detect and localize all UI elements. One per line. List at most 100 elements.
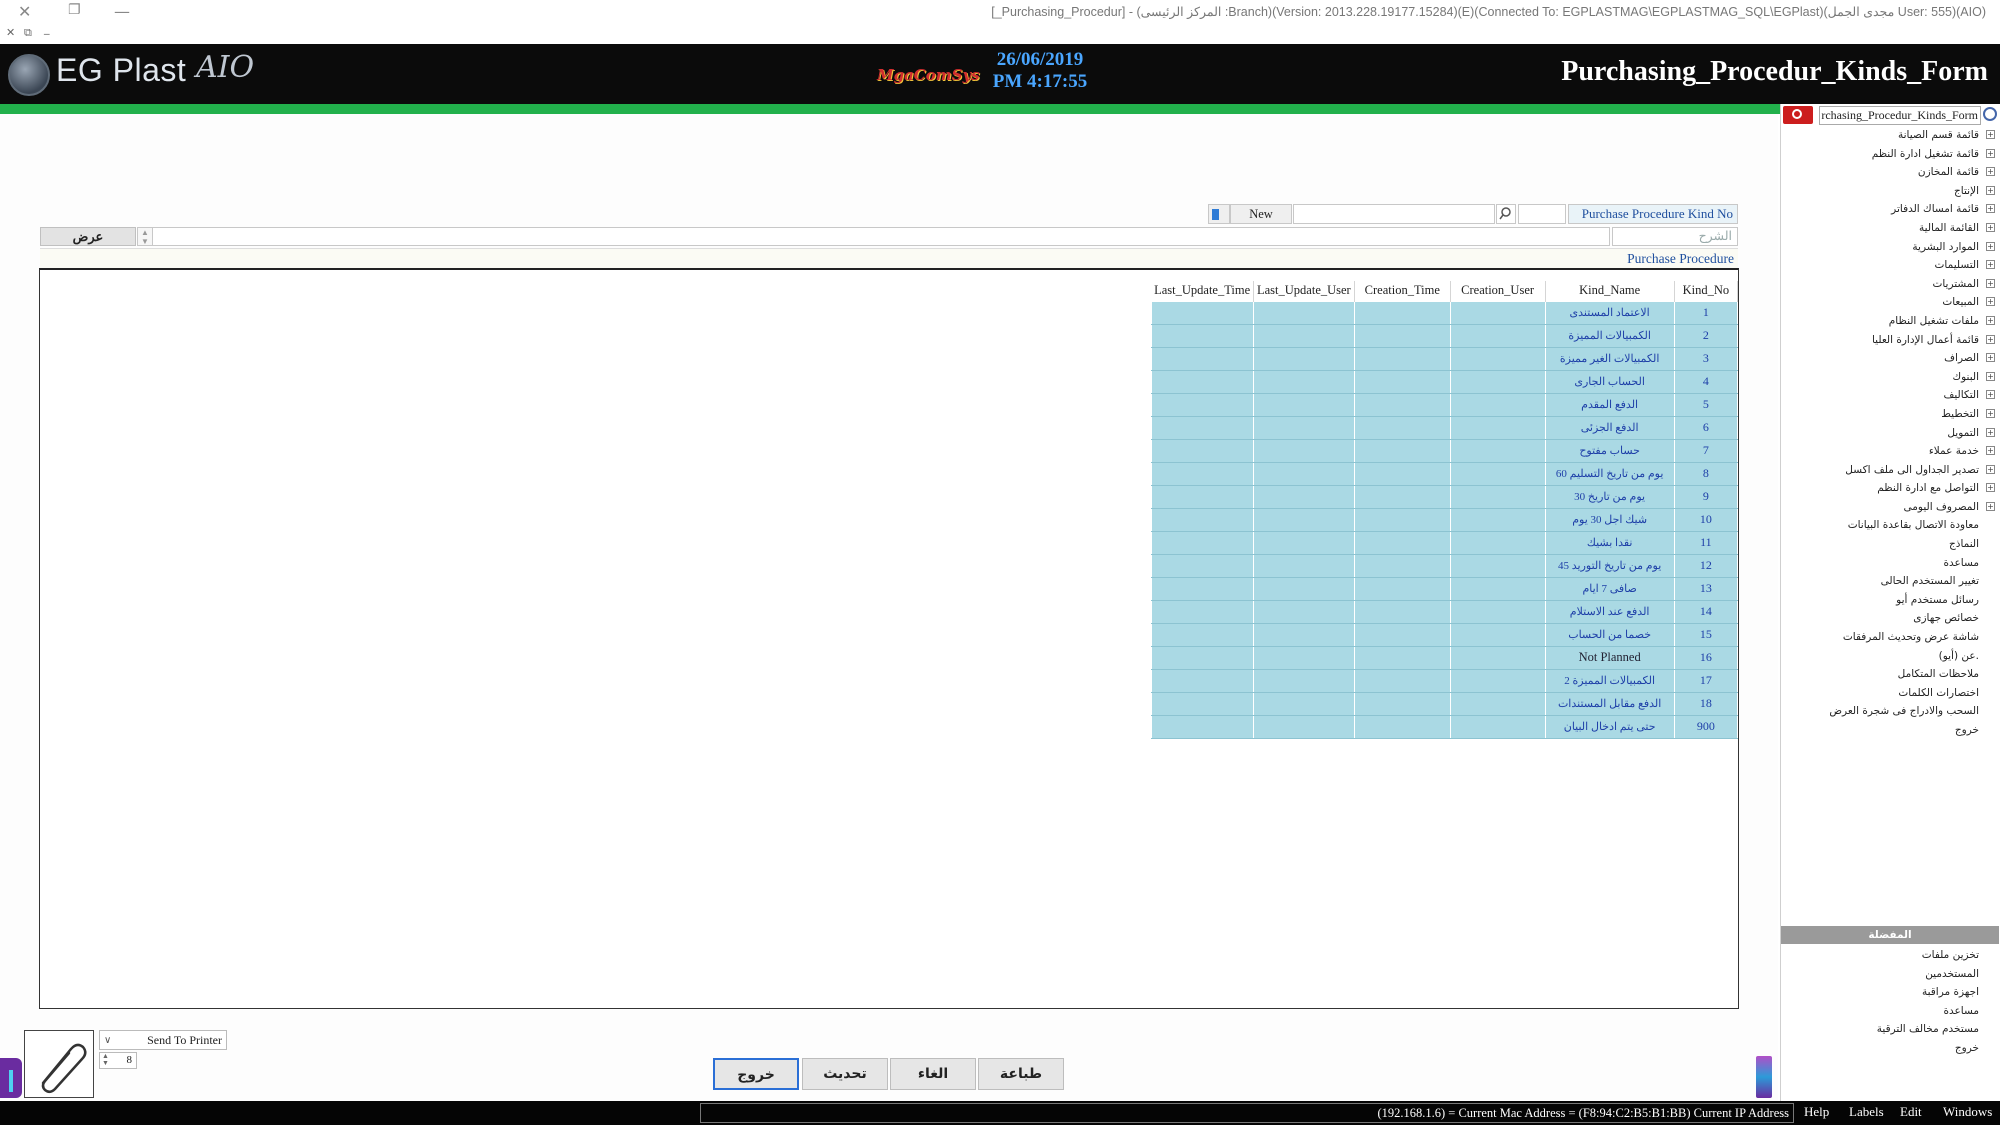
expand-icon[interactable]: + <box>1986 297 1995 307</box>
tree-item[interactable]: اختصارات الكلمات <box>1781 684 1999 703</box>
table-cell[interactable] <box>1449 599 1546 624</box>
tree-item[interactable]: التسليمات + <box>1781 256 1999 275</box>
tree-item[interactable]: المصروف اليومى + <box>1781 498 1999 517</box>
table-cell[interactable] <box>1151 576 1254 601</box>
kind-no-cell[interactable]: 11 <box>1673 530 1739 555</box>
favorite-item[interactable]: خروج <box>1781 1039 1999 1058</box>
tree-item[interactable]: التكاليف + <box>1781 386 1999 405</box>
tree-item[interactable]: البنوك + <box>1781 368 1999 387</box>
table-cell[interactable] <box>1252 369 1355 394</box>
table-cell[interactable] <box>1449 461 1546 486</box>
table-cell[interactable] <box>1353 553 1451 578</box>
kind-name-cell[interactable]: الاعتماد المستندى <box>1544 300 1675 325</box>
table-cell[interactable] <box>1151 438 1254 463</box>
table-cell[interactable] <box>1353 300 1451 325</box>
kind-name-cell[interactable]: حتى يتم ادخال البيان <box>1544 714 1675 739</box>
cancel-button[interactable]: الغاء <box>890 1058 976 1090</box>
tree-item[interactable]: عن (أيو). <box>1781 647 1999 666</box>
kind-name-cell[interactable]: الكمبيالات الغير مميزة <box>1544 346 1675 371</box>
table-cell[interactable] <box>1449 438 1546 463</box>
expand-icon[interactable]: + <box>1986 204 1995 214</box>
kind-no-cell[interactable]: 5 <box>1673 392 1739 417</box>
kind-name-cell[interactable]: الدفع المقدم <box>1544 392 1675 417</box>
tree-item[interactable]: معاودة الاتصال بقاعدة البيانات <box>1781 516 1999 535</box>
table-cell[interactable] <box>1353 484 1451 509</box>
print-button[interactable]: طباعة <box>978 1058 1064 1090</box>
table-row[interactable]: الاعتماد المستندى 1 <box>1151 300 1739 325</box>
tree-item[interactable]: ملاحظات المتكامل <box>1781 665 1999 684</box>
table-row[interactable]: الدفع الجزئى 6 <box>1151 415 1739 440</box>
kind-no-cell[interactable]: 18 <box>1673 691 1739 716</box>
table-cell[interactable] <box>1252 645 1355 670</box>
favorite-item[interactable]: اجهزة مراقبة <box>1781 983 1999 1002</box>
table-row[interactable]: صافى 7 ايام 13 <box>1151 576 1739 601</box>
table-cell[interactable] <box>1151 599 1254 624</box>
kind-name-cell[interactable]: الحساب الجارى <box>1544 369 1675 394</box>
table-row[interactable]: 60 يوم من تاريخ التسليم 8 <box>1151 461 1739 486</box>
tree-item[interactable]: قائمة أعمال الإدارة العليا + <box>1781 331 1999 350</box>
table-cell[interactable] <box>1353 392 1451 417</box>
table-cell[interactable] <box>1252 438 1355 463</box>
kind-no-cell[interactable]: 14 <box>1673 599 1739 624</box>
new-button[interactable]: New <box>1230 204 1292 224</box>
app-launcher-icon[interactable] <box>1756 1056 1772 1098</box>
kind-no-cell[interactable]: 10 <box>1673 507 1739 532</box>
kind-name-cell[interactable]: 30 يوم من تاريخ <box>1544 484 1675 509</box>
table-cell[interactable] <box>1151 530 1254 555</box>
refresh-button[interactable]: تحديث <box>802 1058 888 1090</box>
stepper-arrows-icon[interactable]: ▲ ▼ <box>102 1053 109 1067</box>
description-input[interactable] <box>152 227 1610 246</box>
tree-item[interactable]: التواصل مع ادارة النظم + <box>1781 479 1999 498</box>
table-cell[interactable] <box>1353 415 1451 440</box>
table-row[interactable]: الحساب الجارى 4 <box>1151 369 1739 394</box>
table-cell[interactable] <box>1449 484 1546 509</box>
expand-icon[interactable]: + <box>1986 353 1995 363</box>
printer-select[interactable]: ∨ Send To Printer <box>99 1030 227 1050</box>
table-cell[interactable] <box>1252 622 1355 647</box>
table-row[interactable]: 45 يوم من تاريخ التوريد 12 <box>1151 553 1739 578</box>
expand-icon[interactable]: + <box>1986 464 1995 474</box>
table-cell[interactable] <box>1252 300 1355 325</box>
expand-icon[interactable]: + <box>1986 315 1995 325</box>
kind-no-cell[interactable]: 9 <box>1673 484 1739 509</box>
favorite-item[interactable]: مساعدة <box>1781 1002 1999 1021</box>
kind-no-cell[interactable]: 17 <box>1673 668 1739 693</box>
kind-name-cell[interactable]: 60 يوم من تاريخ التسليم <box>1544 461 1675 486</box>
tree-item[interactable]: السحب والادراج فى شجرة العرض <box>1781 702 1999 721</box>
table-cell[interactable] <box>1353 323 1451 348</box>
menu-windows[interactable]: Windows <box>1943 1104 1992 1120</box>
table-cell[interactable] <box>1151 668 1254 693</box>
table-cell[interactable] <box>1151 645 1254 670</box>
table-cell[interactable] <box>1252 599 1355 624</box>
favorite-item[interactable]: المستخدمين <box>1781 965 1999 984</box>
tree-item[interactable]: قائمة المخازن + <box>1781 163 1999 182</box>
tree-item[interactable]: الموارد البشرية + <box>1781 238 1999 257</box>
kind-no-cell[interactable]: 4 <box>1673 369 1739 394</box>
magnifier-icon[interactable] <box>1983 107 1997 121</box>
tree-item[interactable]: خروج <box>1781 721 1999 740</box>
menu-edit[interactable]: Edit <box>1900 1104 1922 1120</box>
close-icon[interactable]: ✕ <box>18 2 31 21</box>
kind-no-cell[interactable]: 13 <box>1673 576 1739 601</box>
expand-icon[interactable]: + <box>1986 241 1995 251</box>
table-cell[interactable] <box>1252 507 1355 532</box>
table-cell[interactable] <box>1449 622 1546 647</box>
expand-icon[interactable]: + <box>1986 130 1995 139</box>
kind-name-cell[interactable]: صافى 7 ايام <box>1544 576 1675 601</box>
favorite-item[interactable]: مستخدم مخالف الترقية <box>1781 1020 1999 1039</box>
kind-name-cell[interactable]: خصما من الحساب <box>1544 622 1675 647</box>
record-nav-button[interactable] <box>1208 204 1230 224</box>
table-cell[interactable] <box>1449 369 1546 394</box>
table-cell[interactable] <box>1151 346 1254 371</box>
table-cell[interactable] <box>1252 576 1355 601</box>
column-header[interactable]: Creation_Time <box>1354 281 1451 301</box>
tree-item[interactable]: ملفات تشغيل النظام + <box>1781 312 1999 331</box>
table-row[interactable]: الدفع المقدم 5 <box>1151 392 1739 417</box>
table-cell[interactable] <box>1252 553 1355 578</box>
kind-name-cell[interactable]: الدفع عند الاستلام <box>1544 599 1675 624</box>
table-cell[interactable] <box>1252 668 1355 693</box>
table-row[interactable]: الكمبيالات المميزة 2 17 <box>1151 668 1739 693</box>
tree-item[interactable]: الصراف + <box>1781 349 1999 368</box>
expand-icon[interactable]: + <box>1986 371 1995 381</box>
table-row[interactable]: الكمبيالات الغير مميزة 3 <box>1151 346 1739 371</box>
